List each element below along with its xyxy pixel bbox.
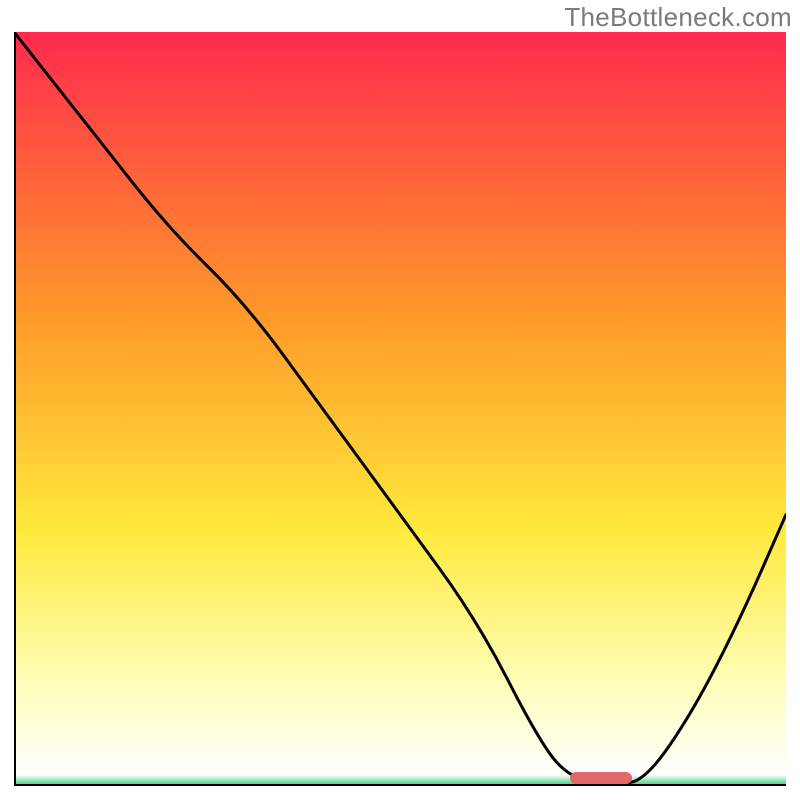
bottleneck-curve [14,32,786,786]
chart-stage: TheBottleneck.com [0,0,800,800]
optimal-marker [570,772,632,784]
plot-area [14,32,786,786]
watermark-text: TheBottleneck.com [564,2,792,33]
